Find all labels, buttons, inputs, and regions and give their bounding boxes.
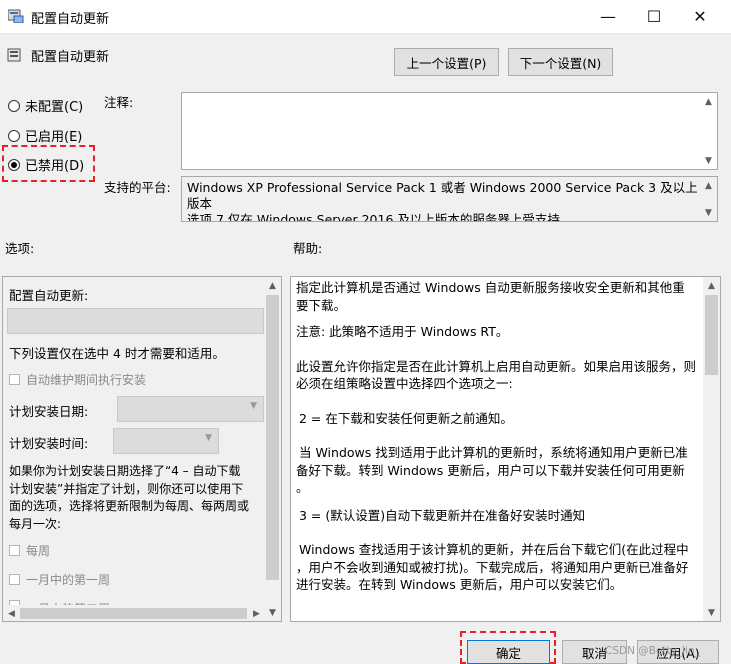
scroll-down-icon[interactable]: ▼	[264, 604, 281, 621]
first-week-checkbox[interactable]: 一月中的第一周	[9, 571, 110, 588]
scroll-up-icon[interactable]: ▲	[264, 277, 281, 294]
help-text: 指定此计算机是否通过 Windows 自动更新服务接收安全更新和其他重	[296, 280, 685, 295]
checkbox-box	[9, 374, 20, 385]
options-paragraph-line: 每月一次:	[9, 516, 62, 531]
options-panel: 配置自动更新: 下列设置仅在选中 4 时才需要和适用。 自动维护期间执行安装 计…	[2, 276, 282, 622]
radio-disabled[interactable]: 已禁用(D)	[8, 155, 84, 174]
help-text: 进行安装。在转到 Windows 更新后，用户可以安装它们。	[296, 577, 623, 592]
radio-circle-selected	[8, 158, 20, 171]
help-text: 注意: 此策略不适用于 Windows RT。	[296, 324, 509, 339]
radio-not-configured[interactable]: 未配置(C)	[8, 96, 83, 115]
chevron-down-icon: ▼	[250, 401, 257, 411]
options-label: 选项:	[5, 241, 35, 256]
previous-setting-button[interactable]: 上一个设置(P)	[394, 48, 499, 76]
help-text: ，用户不会收到通知或被打扰)。下载完成后，将通知用户更新已准备好	[296, 559, 689, 575]
close-button[interactable]: ✕	[677, 0, 723, 33]
next-setting-button[interactable]: 下一个设置(N)	[508, 48, 613, 76]
platform-line: Windows XP Professional Service Pack 1 或…	[187, 180, 698, 195]
help-text: 3 = (默认设置)自动下载更新并在准备好安装时通知	[299, 507, 586, 523]
maximize-button[interactable]: ☐	[631, 0, 677, 33]
radio-label: 已启用(E)	[25, 130, 83, 145]
checkbox-label: 自动维护期间执行安装	[26, 373, 147, 387]
help-text: 必须在组策略设置中选择四个选项之一:	[296, 376, 513, 391]
scroll-down-icon[interactable]: ▼	[700, 204, 717, 221]
platform-line: 选项 7 仅在 Windows Server 2016 及以上版本的服务器上受支…	[187, 212, 560, 221]
help-text: 此设置允许你指定是否在此计算机上启用自动更新。如果启用该服务，则	[296, 358, 697, 374]
ok-button[interactable]: 确定	[467, 640, 550, 664]
checkbox-box	[9, 545, 20, 556]
checkbox-label: 每周	[26, 544, 51, 558]
policy-app-icon	[8, 9, 24, 23]
scroll-up-icon[interactable]: ▲	[703, 277, 720, 294]
scroll-down-icon[interactable]: ▼	[700, 152, 717, 169]
checkbox-box	[9, 574, 20, 585]
checkbox-label: 一月中的第一周	[26, 573, 111, 587]
horizontal-scrollbar[interactable]: ◀ ▶	[3, 605, 265, 621]
platform-line: 版本	[187, 196, 213, 211]
scroll-thumb[interactable]	[266, 295, 279, 580]
options-paragraph-line: 如果你为计划安装日期选择了“4 – 自动下载	[9, 464, 241, 478]
schedule-time-combo[interactable]: ▼	[113, 428, 219, 454]
policy-setting-icon	[7, 48, 21, 62]
radio-circle	[8, 129, 20, 142]
comment-textarea[interactable]: ▲ ▼	[181, 92, 718, 170]
schedule-day-combo[interactable]: ▼	[117, 396, 264, 422]
options-note: 下列设置仅在选中 4 时才需要和适用。	[9, 346, 225, 361]
help-text: 要下载。	[296, 297, 347, 313]
help-text: Windows 查找适用于该计算机的更新，并在后台下载它们(在此过程中	[299, 542, 689, 557]
options-paragraph-line: 面的选项，选择将更新限制为每周、每两周或	[9, 499, 250, 513]
help-vertical-scrollbar[interactable]: ▲ ▼	[703, 277, 720, 621]
scroll-right-icon[interactable]: ▶	[248, 605, 265, 621]
radio-enabled[interactable]: 已启用(E)	[8, 126, 82, 145]
watermark: CSDN @Betty_lin_	[605, 645, 700, 657]
options-paragraph-line: 计划安装”并指定了计划，则你还可以使用下	[9, 481, 244, 496]
scroll-down-icon[interactable]: ▼	[703, 604, 720, 621]
scroll-up-icon[interactable]: ▲	[700, 177, 717, 194]
window-title: 配置自动更新	[31, 12, 110, 27]
weekly-checkbox[interactable]: 每周	[9, 542, 50, 559]
help-text: 2 = 在下载和安装任何更新之前通知。	[299, 410, 513, 426]
help-text: 当 Windows 找到适用于此计算机的更新时，系统将通知用户更新已准	[299, 445, 688, 460]
help-text: 备好下载。转到 Windows 更新后，用户可以下载并安装任何可用更新	[296, 462, 685, 478]
comment-label: 注释:	[104, 95, 134, 110]
help-panel: 指定此计算机是否通过 Windows 自动更新服务接收安全更新和其他重 要下载。…	[290, 276, 721, 622]
auto-maintenance-checkbox[interactable]: 自动维护期间执行安装	[9, 371, 146, 388]
radio-label: 已禁用(D)	[25, 159, 85, 174]
help-label: 帮助:	[293, 241, 323, 256]
scroll-up-icon[interactable]: ▲	[700, 93, 717, 110]
setting-name: 配置自动更新	[31, 50, 110, 65]
schedule-time-label: 计划安装时间:	[9, 436, 89, 451]
help-text: 。	[296, 480, 309, 495]
chevron-down-icon: ▼	[205, 433, 212, 443]
schedule-day-label: 计划安装日期:	[9, 404, 89, 419]
options-vertical-scrollbar[interactable]: ▲ ▼	[264, 277, 281, 621]
platform-text: Windows XP Professional Service Pack 1 或…	[181, 176, 718, 222]
radio-label: 未配置(C)	[25, 100, 84, 115]
title-bar: 配置自动更新 — ☐ ✕	[0, 0, 731, 34]
platform-label: 支持的平台:	[104, 180, 171, 195]
scroll-thumb[interactable]	[705, 295, 718, 375]
minimize-button[interactable]: —	[585, 0, 631, 33]
options-heading: 配置自动更新:	[9, 288, 89, 303]
radio-circle	[8, 99, 20, 112]
scroll-left-icon[interactable]: ◀	[3, 605, 20, 621]
update-mode-combo[interactable]	[7, 308, 264, 334]
